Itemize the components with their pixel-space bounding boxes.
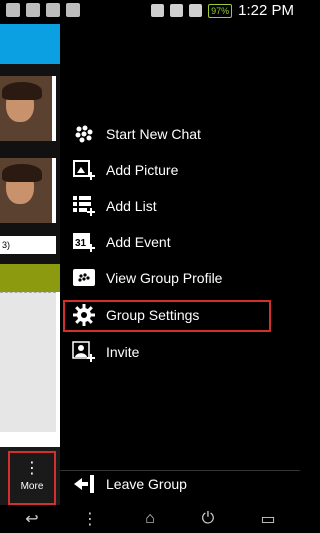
back-icon[interactable]: ↩: [12, 507, 52, 531]
power-icon[interactable]: ⏻: [188, 507, 228, 531]
group-profile-icon: [73, 269, 95, 286]
menu-item-label: Start New Chat: [106, 126, 201, 142]
content-panel: [0, 292, 56, 432]
group-menu-drawer: Start New Chat Add Picture Add List 31 A…: [60, 24, 300, 505]
menu-item-label: Add List: [106, 198, 157, 214]
menu-item-group-settings[interactable]: Group Settings: [60, 297, 300, 333]
menu-item-label: Add Picture: [106, 162, 179, 178]
menu-item-add-event[interactable]: 31 Add Event: [60, 224, 300, 260]
clock: 1:22 PM: [238, 2, 294, 19]
more-label: More: [20, 480, 44, 492]
status-bar: 97% 1:22 PM: [0, 0, 300, 24]
more-vertical-icon: ⋮: [24, 459, 40, 477]
menu-icon[interactable]: ⋮: [70, 507, 110, 531]
photo-caption: 3): [0, 236, 56, 254]
list-header: [0, 264, 60, 292]
menu-item-label: Invite: [106, 344, 140, 360]
menu-item-add-list[interactable]: Add List: [60, 188, 300, 224]
battery-indicator: 97%: [208, 3, 233, 18]
add-picture-icon: [73, 160, 95, 180]
menu-item-label: Leave Group: [106, 476, 187, 492]
gear-icon: [73, 304, 95, 326]
menu-item-leave-group[interactable]: Leave Group: [60, 466, 300, 502]
menu-item-label: View Group Profile: [106, 270, 223, 286]
app-header: [0, 24, 60, 64]
recent-apps-icon[interactable]: ▭: [248, 507, 288, 531]
signal-icon: [189, 4, 203, 17]
leave-group-icon: [74, 475, 94, 493]
bbm-chat-icon: [75, 125, 93, 143]
menu-item-label: Add Event: [106, 234, 171, 250]
vibrate-icon: [151, 4, 165, 17]
svg-text:31: 31: [75, 238, 87, 249]
menu-item-add-picture[interactable]: Add Picture: [60, 152, 300, 188]
navigation-bar: ↩ ⋮ ⌂ ⏻ ▭: [0, 505, 300, 533]
wifi-icon: [170, 4, 184, 17]
invite-icon: [72, 341, 95, 362]
menu-item-start-new-chat[interactable]: Start New Chat: [60, 116, 300, 152]
bbm-notification-icon: [6, 3, 20, 17]
image-notification-icon: [66, 3, 80, 17]
system-indicators: 97% 1:22 PM: [151, 2, 294, 19]
email-notification-icon: [46, 3, 60, 17]
more-button[interactable]: ⋮ More: [8, 451, 56, 505]
add-list-icon: [73, 196, 95, 216]
menu-item-label: Group Settings: [106, 307, 200, 323]
home-icon[interactable]: ⌂: [130, 507, 170, 531]
shared-photo[interactable]: [0, 158, 56, 223]
shared-photo[interactable]: [0, 76, 56, 141]
notification-icons: [6, 3, 80, 17]
add-event-icon: 31: [73, 233, 95, 252]
message-notification-icon: [26, 3, 40, 17]
background-chat-screen: 3) ⋮ More: [0, 24, 60, 505]
menu-item-view-group-profile[interactable]: View Group Profile: [60, 260, 300, 296]
menu-item-invite[interactable]: Invite: [60, 334, 300, 370]
